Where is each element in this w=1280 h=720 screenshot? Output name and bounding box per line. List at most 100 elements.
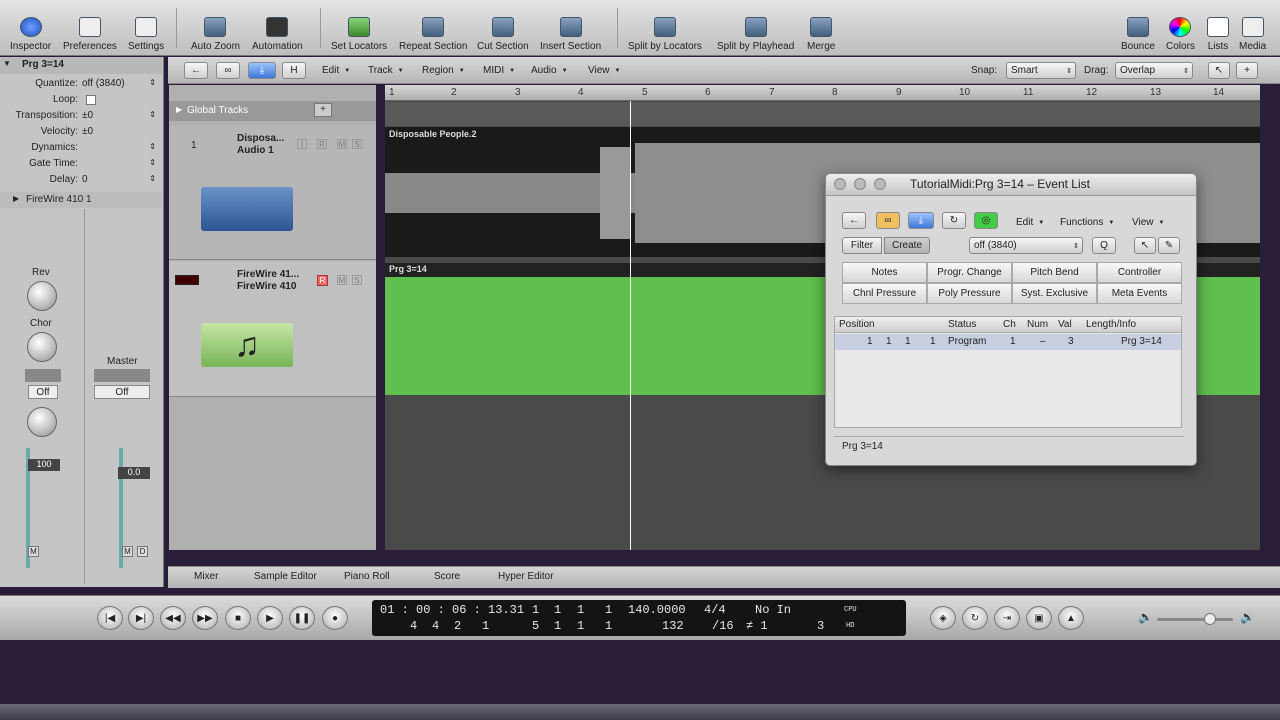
- loop-param[interactable]: Loop:: [0, 92, 162, 108]
- edit-menu[interactable]: Edit: [322, 62, 350, 79]
- output-off-button[interactable]: Off: [28, 385, 58, 399]
- meta-events-filter-button[interactable]: Meta Events: [1097, 283, 1182, 304]
- midi-out-button[interactable]: ◎: [974, 212, 998, 229]
- back-button[interactable]: ←: [842, 212, 866, 229]
- minimize-window-icon[interactable]: [854, 178, 866, 190]
- poly-pressure-filter-button[interactable]: Poly Pressure: [927, 283, 1012, 304]
- cycle-button[interactable]: ↻: [962, 606, 988, 630]
- loop-checkbox[interactable]: [86, 95, 96, 105]
- catch-button[interactable]: ⤓: [908, 212, 934, 229]
- pencil-tool-button[interactable]: ✎: [1158, 237, 1180, 254]
- region-parameter-header[interactable]: ▼ Prg 3=14: [0, 57, 162, 74]
- transposition-param[interactable]: Transposition: ±0 ⇕: [0, 108, 162, 124]
- pointer-tool-button[interactable]: ↖: [1208, 62, 1230, 79]
- master-mute-button[interactable]: M: [122, 546, 133, 557]
- notes-filter-button[interactable]: Notes: [842, 262, 927, 283]
- solo-button[interactable]: S: [352, 275, 362, 285]
- program-change-filter-button[interactable]: Progr. Change: [927, 262, 1012, 283]
- quantize-button[interactable]: Q: [1092, 237, 1116, 254]
- settings-button[interactable]: Settings: [128, 4, 164, 52]
- snap-select[interactable]: Smart ⇕: [1006, 62, 1076, 79]
- edit-menu[interactable]: Edit: [1016, 214, 1044, 231]
- dynamics-param[interactable]: Dynamics: ⇕: [0, 140, 162, 156]
- column-header[interactable]: Status: [948, 319, 976, 330]
- repeat-section-button[interactable]: Repeat Section: [399, 4, 467, 52]
- master-volume-value[interactable]: 0.0: [118, 467, 150, 479]
- pointer-tool-button[interactable]: ↖: [1134, 237, 1156, 254]
- window-title-bar[interactable]: TutorialMidi:Prg 3=14 – Event List: [826, 174, 1196, 196]
- track-header[interactable]: 1 Disposa... Audio 1 I R M S: [169, 125, 376, 260]
- column-header[interactable]: Num: [1027, 319, 1048, 330]
- midi-menu[interactable]: MIDI: [483, 62, 515, 79]
- record-enable-button[interactable]: R: [317, 275, 328, 286]
- link-button[interactable]: ∞: [216, 62, 240, 79]
- set-locators-button[interactable]: Set Locators: [331, 4, 387, 52]
- transport-display[interactable]: 01 : 00 : 06 : 13.31 4 4 2 1 1 1 1 1 5 1…: [372, 600, 906, 636]
- velocity-param[interactable]: Velocity: ±0: [0, 124, 162, 140]
- create-tab[interactable]: Create: [884, 237, 930, 254]
- add-track-button[interactable]: +: [314, 103, 332, 117]
- tuner-button[interactable]: ▲: [1058, 606, 1084, 630]
- mute-button[interactable]: M: [337, 139, 347, 149]
- rev-send-knob[interactable]: [27, 281, 57, 311]
- hide-button[interactable]: H: [282, 62, 306, 79]
- merge-button[interactable]: Merge: [807, 4, 835, 52]
- link-button[interactable]: ∞: [876, 212, 900, 229]
- chor-send-knob[interactable]: [27, 332, 57, 362]
- close-window-icon[interactable]: [834, 178, 846, 190]
- drag-select[interactable]: Overlap ⇕: [1115, 62, 1193, 79]
- playhead[interactable]: [630, 101, 631, 550]
- cut-section-button[interactable]: Cut Section: [477, 4, 529, 52]
- media-button[interactable]: Media: [1239, 4, 1266, 52]
- metronome-button[interactable]: ◈: [930, 606, 956, 630]
- fast-forward-button[interactable]: ▶▶: [192, 606, 218, 630]
- pan-knob[interactable]: [27, 407, 57, 437]
- automation-button[interactable]: Automation: [252, 4, 303, 52]
- audio-menu[interactable]: Audio: [531, 62, 568, 79]
- tab-score[interactable]: Score: [434, 571, 460, 582]
- split-by-locators-button[interactable]: Split by Locators: [628, 4, 702, 52]
- pitch-bend-filter-button[interactable]: Pitch Bend: [1012, 262, 1097, 283]
- column-header[interactable]: Val: [1058, 319, 1072, 330]
- column-header[interactable]: Length/Info: [1086, 319, 1136, 330]
- quantize-select[interactable]: off (3840) ⇕: [969, 237, 1083, 254]
- punch-button[interactable]: ⇥: [994, 606, 1020, 630]
- preferences-button[interactable]: Preferences: [63, 4, 117, 52]
- track-menu[interactable]: Track: [368, 62, 404, 79]
- insert-slot[interactable]: [25, 369, 61, 382]
- loop-button[interactable]: ↻: [942, 212, 966, 229]
- column-header[interactable]: Position: [839, 319, 875, 330]
- back-button[interactable]: ←: [184, 62, 208, 79]
- pause-button[interactable]: ❚❚: [289, 606, 315, 630]
- master-dim-button[interactable]: D: [137, 546, 148, 557]
- tab-hyper-editor[interactable]: Hyper Editor: [498, 571, 554, 582]
- inspector-button[interactable]: Inspector: [10, 4, 51, 52]
- view-menu[interactable]: View: [588, 62, 620, 79]
- mute-button[interactable]: M: [337, 275, 347, 285]
- master-off-button[interactable]: Off: [94, 385, 150, 399]
- region-menu[interactable]: Region: [422, 62, 465, 79]
- master-volume-thumb[interactable]: [1204, 613, 1216, 625]
- tab-mixer[interactable]: Mixer: [194, 571, 218, 582]
- functions-menu[interactable]: Functions: [1060, 214, 1114, 231]
- solo-mode-button[interactable]: ▣: [1026, 606, 1052, 630]
- table-row[interactable]: 1 1 1 1 Program 1 – 3 Prg 3=14: [835, 334, 1181, 350]
- colors-button[interactable]: Colors: [1166, 4, 1195, 52]
- column-header[interactable]: Ch: [1003, 319, 1016, 330]
- pencil-tool-button[interactable]: +: [1236, 62, 1258, 79]
- controller-filter-button[interactable]: Controller: [1097, 262, 1182, 283]
- record-enable-button[interactable]: R: [317, 139, 327, 149]
- play-button[interactable]: ▶: [257, 606, 283, 630]
- mute-button[interactable]: M: [28, 546, 39, 557]
- global-tracks-header[interactable]: ▶ Global Tracks +: [169, 101, 376, 121]
- go-to-end-button[interactable]: ▶|: [128, 606, 154, 630]
- master-volume-slider[interactable]: [1157, 618, 1233, 621]
- bounce-button[interactable]: Bounce: [1121, 4, 1155, 52]
- input-monitor-button[interactable]: I: [297, 139, 307, 149]
- insert-section-button[interactable]: Insert Section: [540, 4, 601, 52]
- split-by-playhead-button[interactable]: Split by Playhead: [717, 4, 794, 52]
- lists-button[interactable]: Lists: [1207, 4, 1229, 52]
- volume-value[interactable]: 100: [28, 459, 60, 471]
- stop-button[interactable]: ■: [225, 606, 251, 630]
- zoom-window-icon[interactable]: [874, 178, 886, 190]
